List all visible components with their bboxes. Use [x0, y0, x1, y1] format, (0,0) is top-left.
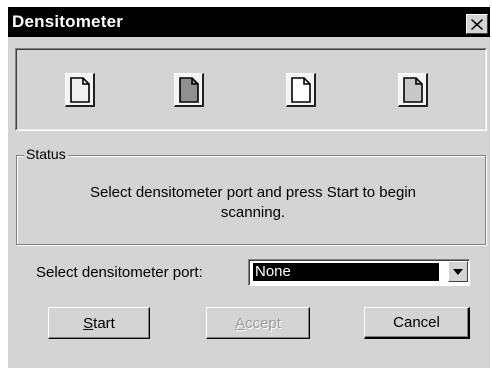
dropdown-arrow-icon	[453, 268, 463, 275]
port-label: Select densitometer port:	[36, 264, 203, 281]
densitometer-dialog: Densitometer Status Select densitometer …	[8, 7, 490, 368]
document-icon	[398, 73, 428, 107]
close-button[interactable]	[466, 14, 488, 34]
dropdown-button[interactable]	[448, 261, 468, 282]
port-select[interactable]: None	[248, 259, 470, 286]
document-icon-panel	[15, 48, 487, 131]
accept-button-label: ccept	[245, 314, 281, 332]
accept-button-mnemonic: A	[235, 314, 246, 332]
accept-button: Accept	[206, 307, 310, 339]
document-icon	[65, 73, 95, 107]
start-button-mnemonic: S	[83, 314, 94, 332]
title-bar[interactable]: Densitometer	[8, 7, 490, 37]
document-icon	[286, 73, 316, 107]
document-icon	[174, 73, 204, 107]
status-message: Select densitometer port and press Start…	[38, 183, 468, 223]
start-button[interactable]: Start	[48, 307, 150, 339]
status-message-line-1: Select densitometer port and press Start…	[89, 184, 416, 201]
start-button-label: tart	[93, 314, 115, 332]
cancel-button[interactable]: Cancel	[364, 307, 470, 339]
close-icon	[471, 18, 483, 30]
status-message-line-2: scanning.	[220, 204, 286, 221]
window-title: Densitometer	[12, 12, 124, 31]
cancel-button-label: Cancel	[393, 314, 440, 331]
status-legend: Status	[24, 146, 68, 162]
port-selected-value[interactable]: None	[253, 263, 439, 281]
